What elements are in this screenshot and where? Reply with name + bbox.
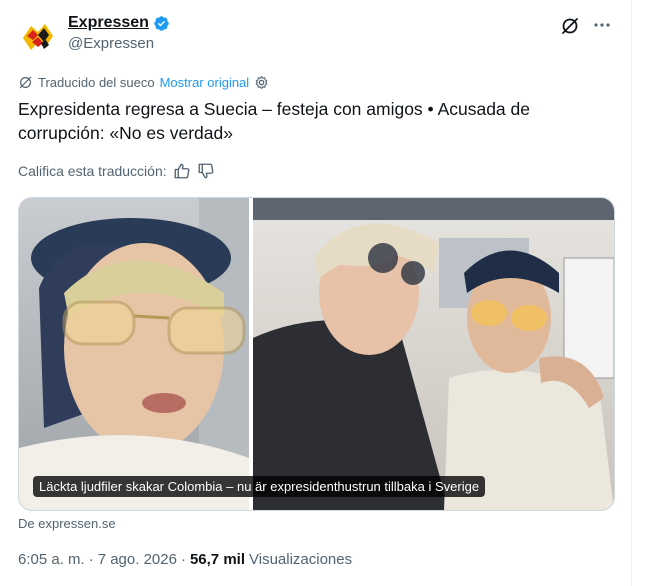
more-dots-icon[interactable] — [592, 15, 612, 35]
expressen-logo-icon — [18, 16, 58, 56]
verified-badge-icon — [153, 15, 170, 32]
timeline-border — [631, 0, 632, 586]
author-handle[interactable]: @Expressen — [68, 35, 170, 52]
media-caption: Läckta ljudfiler skakar Colombia – nu är… — [33, 476, 486, 497]
post-meta: 6:05 a. m. · 7 ago. 2026 · 56,7 mil Visu… — [18, 551, 352, 568]
post-media-image[interactable]: Läckta ljudfiler skakar Colombia – nu är… — [18, 197, 615, 511]
grok-icon[interactable] — [560, 16, 580, 36]
thumbs-down-icon[interactable] — [197, 162, 215, 180]
source-link[interactable]: De expressen.se — [18, 516, 116, 531]
show-original-link[interactable]: Mostrar original — [160, 75, 250, 90]
author-info: Expressen @Expressen — [68, 14, 170, 52]
post-text: Expresidenta regresa a Suecia – festeja … — [18, 99, 530, 143]
views-label: Visualizaciones — [249, 551, 353, 568]
post-header: Expressen @Expressen — [18, 12, 618, 62]
translate-icon — [18, 75, 33, 90]
photo-illustration — [19, 198, 614, 510]
views-count: 56,7 mil — [189, 551, 245, 568]
author-display-name[interactable]: Expressen — [68, 14, 149, 32]
gear-icon[interactable] — [254, 75, 269, 90]
post-time[interactable]: 6:05 a. m. — [18, 551, 85, 568]
avatar[interactable] — [18, 16, 58, 56]
display-name-row: Expressen — [68, 14, 170, 32]
rate-translation-label: Califica esta traducción: — [18, 163, 167, 179]
translation-note: Traducido del sueco Mostrar original — [18, 75, 269, 90]
translation-note-text: Traducido del sueco — [38, 75, 155, 90]
post-date[interactable]: 7 ago. 2026 — [98, 551, 177, 568]
thumbs-up-icon[interactable] — [173, 162, 191, 180]
meta-separator-2: · — [180, 551, 186, 568]
meta-separator: · — [88, 551, 94, 568]
rate-translation: Califica esta traducción: — [18, 162, 215, 180]
